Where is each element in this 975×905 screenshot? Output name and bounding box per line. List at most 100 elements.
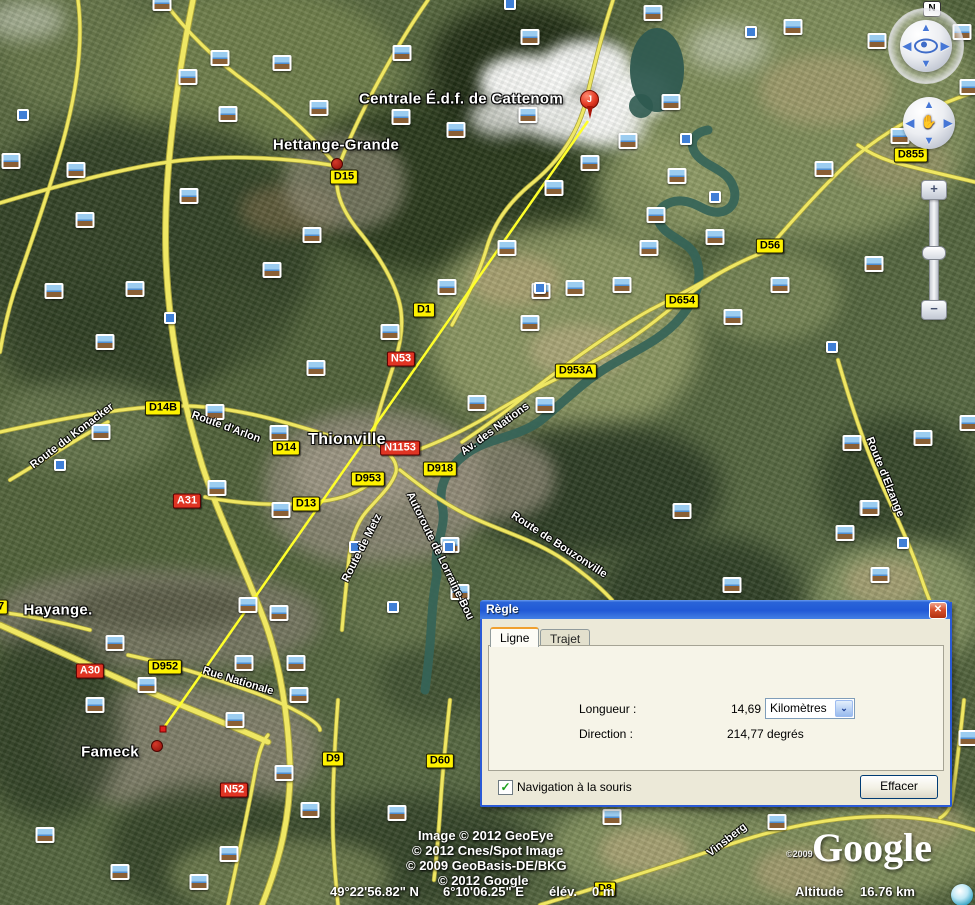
photo-icon[interactable]	[468, 395, 487, 411]
photo-icon[interactable]	[960, 79, 975, 95]
photo-icon[interactable]	[287, 655, 306, 671]
photo-icon[interactable]	[724, 309, 743, 325]
photo-icon[interactable]	[387, 601, 399, 613]
photo-icon[interactable]	[263, 262, 282, 278]
photo-icon[interactable]	[275, 765, 294, 781]
photo-icon[interactable]	[76, 212, 95, 228]
look-down-arrow[interactable]: ▼	[921, 58, 932, 70]
move-down-arrow[interactable]: ▼	[924, 135, 935, 147]
photo-icon[interactable]	[613, 277, 632, 293]
measure-endpoint[interactable]	[160, 726, 167, 733]
photo-icon[interactable]	[270, 425, 289, 441]
photo-icon[interactable]	[393, 45, 412, 61]
photo-icon[interactable]	[640, 240, 659, 256]
photo-icon[interactable]	[680, 133, 692, 145]
photo-icon[interactable]	[208, 480, 227, 496]
photo-icon[interactable]	[826, 341, 838, 353]
photo-icon[interactable]	[521, 315, 540, 331]
photo-icon[interactable]	[647, 207, 666, 223]
photo-icon[interactable]	[619, 133, 638, 149]
photo-icon[interactable]	[668, 168, 687, 184]
photo-icon[interactable]	[179, 69, 198, 85]
photo-icon[interactable]	[111, 864, 130, 880]
dialog-titlebar[interactable]: Règle ✕	[480, 600, 950, 619]
photo-icon[interactable]	[239, 597, 258, 613]
photo-icon[interactable]	[498, 240, 517, 256]
photo-icon[interactable]	[303, 227, 322, 243]
photo-icon[interactable]	[307, 360, 326, 376]
photo-icon[interactable]	[868, 33, 887, 49]
photo-icon[interactable]	[603, 809, 622, 825]
zoom-slider-handle[interactable]	[922, 246, 946, 260]
photo-icon[interactable]	[706, 229, 725, 245]
look-left-arrow[interactable]: ◀	[903, 40, 911, 53]
photo-icon[interactable]	[662, 94, 681, 110]
photo-icon[interactable]	[504, 0, 516, 10]
photo-icon[interactable]	[534, 282, 546, 294]
photo-icon[interactable]	[126, 281, 145, 297]
photo-icon[interactable]	[290, 687, 309, 703]
photo-icon[interactable]	[17, 109, 29, 121]
photo-icon[interactable]	[220, 846, 239, 862]
photo-icon[interactable]	[861, 500, 880, 516]
photo-icon[interactable]	[106, 635, 125, 651]
photo-icon[interactable]	[644, 5, 663, 21]
mouse-navigation-checkbox[interactable]: ✓	[498, 780, 513, 795]
photo-icon[interactable]	[190, 874, 209, 890]
photo-icon[interactable]	[301, 802, 320, 818]
move-left-arrow[interactable]: ◀	[906, 117, 914, 130]
photo-icon[interactable]	[388, 805, 407, 821]
photo-icon[interactable]	[673, 503, 692, 519]
photo-icon[interactable]	[521, 29, 540, 45]
move-right-arrow[interactable]: ▶	[944, 117, 952, 130]
clear-button[interactable]: Effacer	[860, 775, 938, 799]
photo-icon[interactable]	[709, 191, 721, 203]
photo-icon[interactable]	[897, 537, 909, 549]
photo-icon[interactable]	[914, 430, 933, 446]
photo-icon[interactable]	[392, 109, 411, 125]
photo-icon[interactable]	[871, 567, 890, 583]
look-eye-icon[interactable]	[914, 39, 938, 54]
photo-icon[interactable]	[226, 712, 245, 728]
photo-icon[interactable]	[545, 180, 564, 196]
photo-icon[interactable]	[438, 279, 457, 295]
photo-icon[interactable]	[273, 55, 292, 71]
photo-icon[interactable]	[36, 827, 55, 843]
photo-icon[interactable]	[536, 397, 555, 413]
close-icon[interactable]: ✕	[929, 602, 947, 619]
photo-icon[interactable]	[447, 122, 466, 138]
photo-icon[interactable]	[2, 153, 21, 169]
photo-icon[interactable]	[211, 50, 230, 66]
photo-icon[interactable]	[815, 161, 834, 177]
photo-icon[interactable]	[836, 525, 855, 541]
photo-icon[interactable]	[164, 312, 176, 324]
google-earth-window[interactable]: D15D1D855D56D654D953AD14BD14D918D953D13D…	[0, 0, 975, 905]
photo-icon[interactable]	[865, 256, 884, 272]
photo-icon[interactable]	[843, 435, 862, 451]
photo-icon[interactable]	[270, 605, 289, 621]
tab-trajet[interactable]: Trajet	[540, 629, 590, 646]
photo-icon[interactable]	[54, 459, 66, 471]
photo-icon[interactable]	[745, 26, 757, 38]
look-up-arrow[interactable]: ▲	[921, 22, 932, 34]
zoom-out-button[interactable]: −	[921, 300, 947, 320]
photo-icon[interactable]	[960, 415, 975, 431]
measurement-pin[interactable]: J	[578, 90, 600, 122]
photo-icon[interactable]	[45, 283, 64, 299]
photo-icon[interactable]	[153, 0, 172, 11]
zoom-in-button[interactable]: +	[921, 180, 947, 200]
photo-icon[interactable]	[959, 730, 975, 746]
photo-icon[interactable]	[67, 162, 86, 178]
photo-icon[interactable]	[180, 188, 199, 204]
look-right-arrow[interactable]: ▶	[941, 40, 949, 53]
move-up-arrow[interactable]: ▲	[924, 99, 935, 111]
photo-icon[interactable]	[723, 577, 742, 593]
unit-select[interactable]: Kilomètres ⌄	[765, 698, 855, 719]
photo-icon[interactable]	[310, 100, 329, 116]
photo-icon[interactable]	[86, 697, 105, 713]
photo-icon[interactable]	[96, 334, 115, 350]
photo-icon[interactable]	[519, 107, 538, 123]
photo-icon[interactable]	[235, 655, 254, 671]
photo-icon[interactable]	[784, 19, 803, 35]
photo-icon[interactable]	[566, 280, 585, 296]
